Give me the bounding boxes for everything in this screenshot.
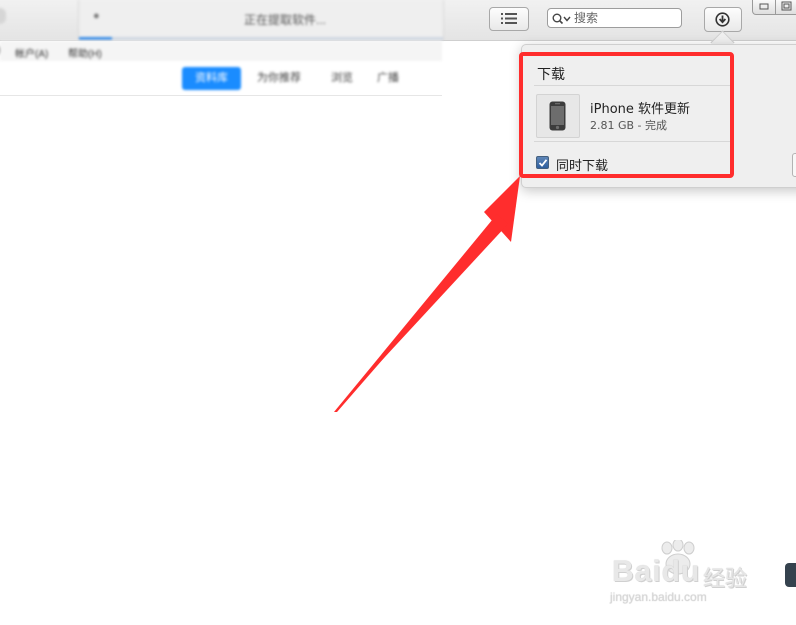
watermark-brand: Baidu: [612, 555, 701, 588]
watermark-sub: 经验: [703, 567, 748, 592]
annotation-arrow: [334, 176, 520, 412]
corner-widget-partial: [785, 563, 796, 587]
watermark-url: jingyan.baidu.com: [610, 590, 707, 604]
